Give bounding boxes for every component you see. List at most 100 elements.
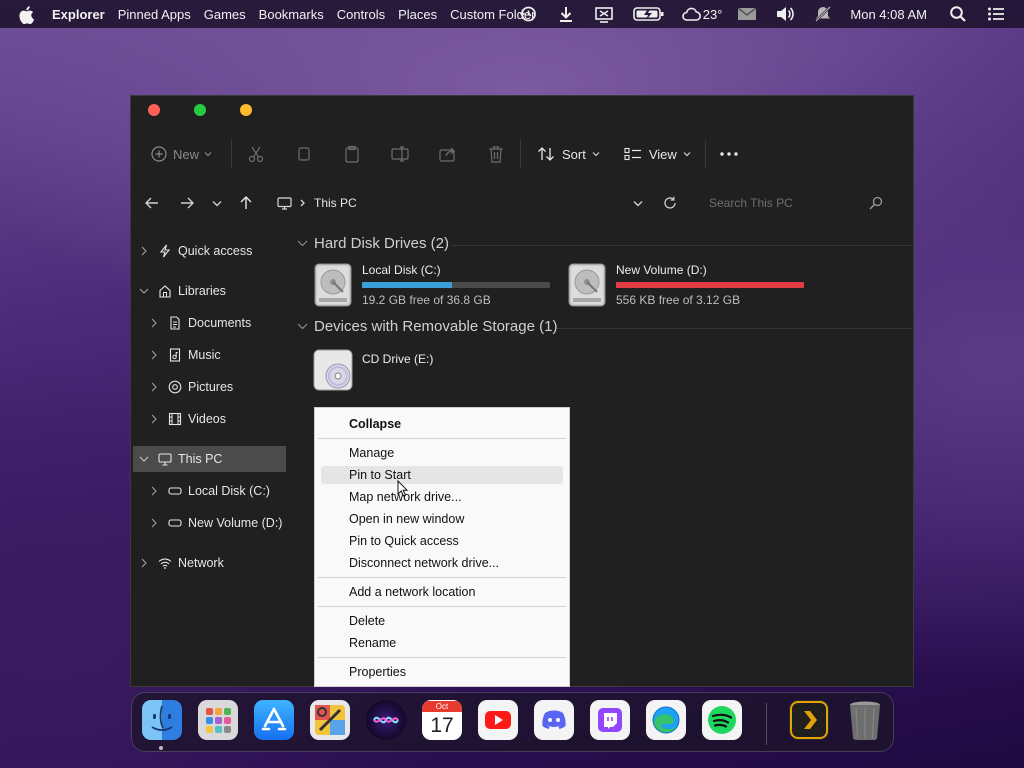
battery-charging-icon[interactable] xyxy=(632,5,666,23)
group-divider xyxy=(451,245,911,246)
drive-tile-local-disk-c[interactable]: Local Disk (C:) 19.2 GB free of 36.8 GB xyxy=(311,260,551,310)
command-bar: New Sort View xyxy=(131,134,915,174)
sort-button[interactable]: Sort xyxy=(537,138,600,170)
chevron-right-icon[interactable] xyxy=(149,382,159,392)
menu-item-add-network-location[interactable]: Add a network location xyxy=(321,583,563,601)
maximize-button[interactable] xyxy=(194,104,206,116)
menu-item-delete[interactable]: Delete xyxy=(321,612,563,630)
paste-icon[interactable] xyxy=(328,138,376,170)
minimize-button[interactable] xyxy=(240,104,252,116)
menu-item-properties[interactable]: Properties xyxy=(321,663,563,681)
recent-locations-chevron-icon[interactable] xyxy=(204,188,230,218)
refresh-icon[interactable] xyxy=(657,188,683,218)
search-input[interactable]: Search This PC xyxy=(709,196,869,210)
menu-item-rename[interactable]: Rename xyxy=(321,634,563,652)
sidebar-item-label: This PC xyxy=(178,452,223,466)
sidebar-item-music[interactable]: Music xyxy=(149,342,289,368)
chevron-right-icon[interactable] xyxy=(149,486,159,496)
search-icon[interactable] xyxy=(948,5,968,23)
chevron-right-icon[interactable] xyxy=(149,518,159,528)
sidebar-item-network[interactable]: Network xyxy=(139,550,289,576)
menu-controls[interactable]: Controls xyxy=(337,7,385,22)
screen-share-icon[interactable] xyxy=(594,5,614,23)
apple-logo-icon[interactable] xyxy=(18,6,38,25)
notifications-off-icon[interactable] xyxy=(813,5,833,23)
sidebar-item-local-disk-c[interactable]: Local Disk (C:) xyxy=(149,478,289,504)
chevron-down-icon[interactable] xyxy=(139,454,149,464)
sidebar-item-this-pc[interactable]: This PC xyxy=(133,446,286,472)
discord-icon[interactable] xyxy=(534,700,574,740)
drive-tile-cd-drive-e[interactable]: CD Drive (E:) xyxy=(311,348,451,392)
menu-bookmarks[interactable]: Bookmarks xyxy=(259,7,324,22)
history-icon[interactable] xyxy=(518,5,538,23)
menu-item-open-in-new-window[interactable]: Open in new window xyxy=(321,510,563,528)
chevron-down-icon xyxy=(204,151,212,157)
group-header-hard-disk-drives[interactable]: Hard Disk Drives (2) xyxy=(297,235,449,252)
chevron-down-icon[interactable] xyxy=(139,286,149,296)
youtube-icon[interactable] xyxy=(478,700,518,740)
menu-item-map-network-drive[interactable]: Map network drive... xyxy=(321,488,563,506)
chevron-right-icon[interactable] xyxy=(139,558,149,568)
search-icon[interactable] xyxy=(869,196,883,210)
more-options-icon[interactable] xyxy=(706,138,752,170)
drive-free-space: 556 KB free of 3.12 GB xyxy=(616,293,741,307)
download-icon[interactable] xyxy=(556,5,576,23)
menu-item-disconnect-network-drive[interactable]: Disconnect network drive... xyxy=(321,554,563,572)
chevron-right-icon[interactable] xyxy=(149,350,159,360)
sidebar-item-videos[interactable]: Videos xyxy=(149,406,289,432)
chevron-right-icon[interactable] xyxy=(149,318,159,328)
close-button[interactable] xyxy=(148,104,160,116)
copy-icon[interactable] xyxy=(280,138,328,170)
calendar-icon[interactable]: Oct 17 xyxy=(422,700,462,740)
plex-icon[interactable] xyxy=(789,700,829,740)
share-icon[interactable] xyxy=(424,138,472,170)
finder-icon[interactable] xyxy=(142,700,182,740)
back-arrow-icon[interactable] xyxy=(139,188,165,218)
trash-icon[interactable] xyxy=(845,700,885,740)
sidebar-item-libraries[interactable]: Libraries xyxy=(139,278,289,304)
computer-icon xyxy=(277,196,292,210)
edge-icon[interactable] xyxy=(646,700,686,740)
siri-icon[interactable] xyxy=(366,700,406,740)
rename-icon[interactable] xyxy=(376,138,424,170)
sidebar-item-documents[interactable]: Documents xyxy=(149,310,289,336)
sidebar-item-quick-access[interactable]: Quick access xyxy=(139,238,289,264)
view-button[interactable]: View xyxy=(624,138,691,170)
menu-places[interactable]: Places xyxy=(398,7,437,22)
menu-item-manage[interactable]: Manage xyxy=(321,444,563,462)
drive-tile-new-volume-d[interactable]: New Volume (D:) 556 KB free of 3.12 GB xyxy=(565,260,805,310)
delete-icon[interactable] xyxy=(472,138,520,170)
menu-games[interactable]: Games xyxy=(204,7,246,22)
search-box[interactable]: Search This PC xyxy=(699,188,893,218)
launchpad-icon[interactable] xyxy=(198,700,238,740)
address-dropdown-chevron-icon[interactable] xyxy=(625,188,651,218)
up-arrow-icon[interactable] xyxy=(233,188,259,218)
breadcrumb[interactable]: This PC xyxy=(277,188,357,218)
hard-drive-icon xyxy=(311,262,355,313)
menubar-clock[interactable]: Mon 4:08 AM xyxy=(850,7,927,22)
list-icon[interactable] xyxy=(986,5,1006,23)
weather-widget[interactable]: 23° xyxy=(681,7,722,22)
sort-label: Sort xyxy=(562,146,586,162)
mail-icon[interactable] xyxy=(737,5,757,23)
dock: Oct 17 xyxy=(131,692,894,752)
cut-icon[interactable] xyxy=(232,138,280,170)
menu-pinned-apps[interactable]: Pinned Apps xyxy=(118,7,191,22)
menu-item-pin-to-start[interactable]: Pin to Start xyxy=(321,466,563,484)
sidebar-item-new-volume-d[interactable]: New Volume (D:) xyxy=(149,510,289,536)
sidebar-item-pictures[interactable]: Pictures xyxy=(149,374,289,400)
menu-item-pin-to-quick-access[interactable]: Pin to Quick access xyxy=(321,532,563,550)
app-store-icon[interactable] xyxy=(254,700,294,740)
twitch-icon[interactable] xyxy=(590,700,630,740)
new-button[interactable]: New xyxy=(151,138,229,170)
breadcrumb-this-pc[interactable]: This PC xyxy=(314,196,357,210)
forward-arrow-icon[interactable] xyxy=(174,188,200,218)
volume-icon[interactable] xyxy=(775,5,795,23)
menu-app-name[interactable]: Explorer xyxy=(52,7,105,22)
chevron-right-icon[interactable] xyxy=(149,414,159,424)
spotify-icon[interactable] xyxy=(702,700,742,740)
chevron-right-icon[interactable] xyxy=(139,246,149,256)
group-header-removable-storage[interactable]: Devices with Removable Storage (1) xyxy=(297,318,557,335)
system-preferences-icon[interactable] xyxy=(310,700,350,740)
menu-item-collapse[interactable]: Collapse xyxy=(321,415,563,433)
